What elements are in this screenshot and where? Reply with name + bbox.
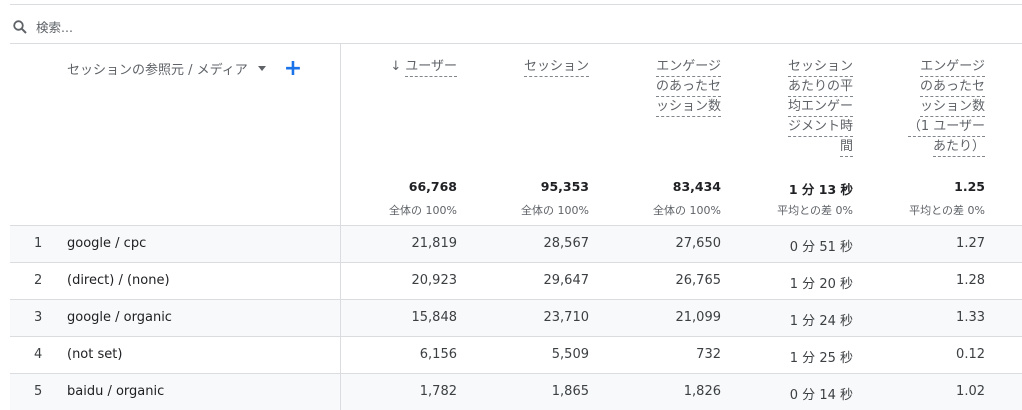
cell-sessions: 29,647 — [543, 273, 590, 288]
column-header-label: セッション — [523, 58, 589, 77]
column-header-label: エンゲージ — [920, 58, 985, 77]
cell-engaged-sessions-per-user: 1.27 — [956, 236, 985, 251]
cell-avg-engagement-time: 0 分 51 秒 — [789, 240, 853, 255]
total-engaged-sessions-per-user-subtext: 平均との差 0% — [909, 204, 985, 217]
table-row[interactable]: 1 google / cpc 21,819 28,567 27,650 0 分 … — [10, 225, 1022, 263]
total-avg-engagement-time-subtext: 平均との差 0% — [777, 204, 853, 217]
total-users: 66,768 — [408, 179, 457, 194]
cell-users: 1,782 — [419, 384, 457, 399]
cell-avg-engagement-time: 1 分 25 秒 — [789, 351, 853, 366]
sort-descending-icon: ↓ — [390, 59, 402, 74]
cell-engaged-sessions: 1,826 — [683, 384, 721, 399]
column-header-label: （1 ユーザー — [907, 118, 985, 137]
row-dimension: google / organic — [67, 310, 172, 325]
row-dimension: (not set) — [67, 347, 123, 362]
row-dimension: (direct) / (none) — [67, 273, 170, 288]
column-header-engaged-sessions[interactable]: エンゲージ のあったセ ッション数 — [655, 57, 721, 117]
cell-users: 20,923 — [411, 273, 458, 288]
column-header-label: セッション — [787, 58, 853, 77]
cell-engaged-sessions: 27,650 — [675, 236, 722, 251]
cell-users: 6,156 — [419, 347, 457, 362]
total-sessions: 95,353 — [540, 179, 589, 194]
row-dimension: baidu / organic — [67, 384, 165, 399]
total-avg-engagement-time: 1 分 13 秒 — [788, 182, 853, 197]
dimension-header: セッションの参照元 / メディア + — [67, 57, 302, 79]
column-divider — [340, 263, 341, 300]
row-index: 2 — [34, 273, 43, 288]
report-table: セッションの参照元 / メディア + ↓ ユーザー セッション エンゲージ のあっ… — [10, 43, 1022, 410]
row-index: 5 — [34, 384, 43, 399]
row-index: 1 — [34, 236, 43, 251]
column-header-label: あたりの平 — [787, 78, 853, 97]
column-header-sessions[interactable]: セッション — [523, 57, 589, 77]
total-users-subtext: 全体の 100% — [389, 204, 457, 217]
column-header-label: ユーザー — [405, 58, 457, 77]
dimension-dropdown-icon[interactable] — [257, 66, 266, 71]
total-engaged-sessions-subtext: 全体の 100% — [653, 204, 721, 217]
cell-avg-engagement-time: 0 分 14 秒 — [789, 388, 853, 403]
column-header-avg-engagement-time[interactable]: セッション あたりの平 均エンゲー ジメント時 間 — [787, 57, 853, 157]
column-header-label: ッション数 — [919, 98, 985, 117]
cell-users: 15,848 — [411, 310, 458, 325]
column-header-users[interactable]: ↓ ユーザー — [390, 57, 457, 77]
cell-engaged-sessions: 26,765 — [675, 273, 722, 288]
column-header-label: ジメント時 — [787, 118, 853, 137]
cell-engaged-sessions-per-user: 0.12 — [956, 347, 985, 362]
column-header-label: ッション数 — [655, 98, 721, 117]
column-header-engaged-sessions-per-user[interactable]: エンゲージ のあったセ ッション数 （1 ユーザー あたり） — [907, 57, 985, 157]
cell-engaged-sessions: 21,099 — [675, 310, 722, 325]
column-header-label: のあったセ — [919, 78, 985, 97]
column-header-label: エンゲージ — [656, 58, 721, 77]
column-header-label: あたり） — [932, 138, 985, 157]
table-row[interactable]: 2 (direct) / (none) 20,923 29,647 26,765… — [10, 262, 1022, 300]
table-row[interactable]: 3 google / organic 15,848 23,710 21,099 … — [10, 299, 1022, 337]
column-divider — [340, 337, 341, 374]
cell-sessions: 23,710 — [543, 310, 590, 325]
total-engaged-sessions: 83,434 — [672, 179, 721, 194]
cell-sessions: 1,865 — [551, 384, 589, 399]
cell-avg-engagement-time: 1 分 20 秒 — [789, 277, 853, 292]
table-row[interactable]: 5 baidu / organic 1,782 1,865 1,826 0 分 … — [10, 373, 1022, 410]
cell-users: 21,819 — [411, 236, 458, 251]
search-bar — [10, 4, 1022, 44]
column-header-label: のあったセ — [655, 78, 721, 97]
cell-sessions: 28,567 — [543, 236, 590, 251]
dimension-header-label[interactable]: セッションの参照元 / メディア — [67, 59, 248, 78]
column-divider — [340, 226, 341, 263]
row-index: 3 — [34, 310, 43, 325]
cell-engaged-sessions-per-user: 1.33 — [956, 310, 985, 325]
total-sessions-subtext: 全体の 100% — [521, 204, 589, 217]
column-header-label: 均エンゲー — [787, 98, 853, 117]
cell-engaged-sessions-per-user: 1.02 — [956, 384, 985, 399]
search-icon[interactable] — [12, 19, 28, 35]
column-header-label: 間 — [839, 138, 853, 157]
row-dimension: google / cpc — [67, 236, 147, 251]
cell-engaged-sessions: 732 — [696, 347, 721, 362]
total-engaged-sessions-per-user: 1.25 — [954, 179, 985, 194]
cell-engaged-sessions-per-user: 1.28 — [956, 273, 985, 288]
column-divider — [340, 374, 341, 410]
search-input[interactable] — [36, 16, 336, 38]
table-row[interactable]: 4 (not set) 6,156 5,509 732 1 分 25 秒 0.1… — [10, 336, 1022, 374]
cell-avg-engagement-time: 1 分 24 秒 — [789, 314, 853, 329]
add-dimension-button[interactable]: + — [284, 57, 302, 79]
column-divider — [340, 300, 341, 337]
cell-sessions: 5,509 — [551, 347, 589, 362]
row-index: 4 — [34, 347, 43, 362]
